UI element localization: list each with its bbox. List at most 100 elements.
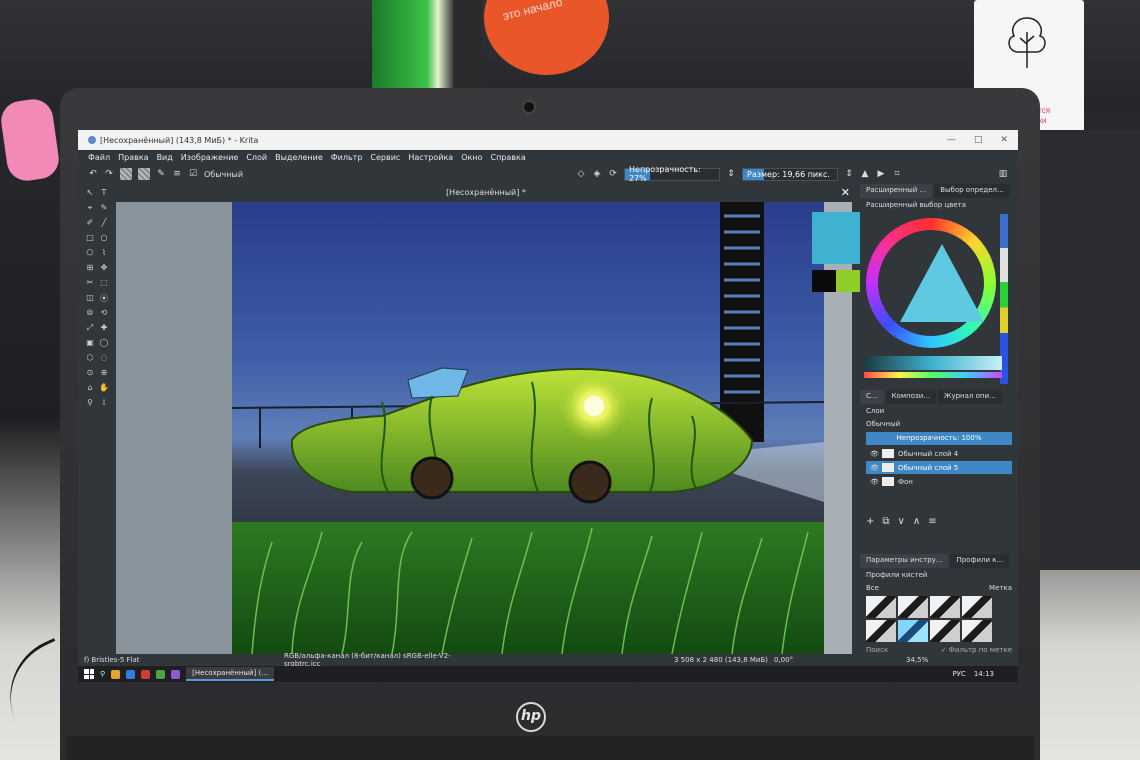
tool-button[interactable]: ⌖ xyxy=(84,203,96,216)
hue-selector[interactable] xyxy=(864,372,1002,378)
preset-thumb[interactable] xyxy=(898,596,928,618)
wrap-icon[interactable]: ▶ xyxy=(876,169,886,179)
tool-button[interactable]: ◌ xyxy=(98,353,110,366)
layer-blend-mode[interactable]: Обычный xyxy=(860,418,1018,430)
search-icon[interactable]: ⚲ xyxy=(100,670,105,678)
tool-button[interactable]: ⟲ xyxy=(98,308,110,321)
tool-button[interactable]: ⟟ xyxy=(98,398,110,411)
tool-button[interactable]: ⬚ xyxy=(98,278,110,291)
add-layer-button[interactable]: + xyxy=(866,516,874,527)
settings-icon[interactable]: ≡ xyxy=(172,169,182,179)
tool-button[interactable]: ⬠ xyxy=(84,248,96,261)
tab-specific-color[interactable]: Выбор определ... xyxy=(934,184,1010,198)
visibility-icon[interactable]: 👁 xyxy=(870,464,879,472)
tool-button[interactable]: ○ xyxy=(98,233,110,246)
redo-icon[interactable]: ↷ xyxy=(104,169,114,179)
mirror-icon[interactable]: ▲ xyxy=(860,169,870,179)
menu-settings[interactable]: Настройка xyxy=(408,153,453,162)
preset-thumb[interactable] xyxy=(962,596,992,618)
tool-button[interactable]: ✋ xyxy=(98,383,110,396)
crop-icon[interactable]: ⌗ xyxy=(892,169,902,179)
tool-button[interactable]: ⤢ xyxy=(84,323,96,336)
brush-preset-icon[interactable]: ✎ xyxy=(156,169,166,179)
tool-button[interactable]: ⬡ xyxy=(84,353,96,366)
blend-mode-select[interactable]: Обычный xyxy=(204,170,324,179)
tool-button[interactable]: ⌂ xyxy=(84,383,96,396)
reload-icon[interactable]: ⟳ xyxy=(608,169,618,179)
canvas-tab[interactable]: [Несохранённый] * ✕ xyxy=(116,184,856,202)
rotation-value[interactable]: 0,00° xyxy=(774,656,834,664)
visibility-icon[interactable]: 👁 xyxy=(870,478,879,486)
visibility-icon[interactable]: 👁 xyxy=(870,450,879,458)
tool-button[interactable]: ✂ xyxy=(84,278,96,291)
gradient-icon[interactable] xyxy=(138,168,150,180)
tab-undo-history[interactable]: Журнал опи... xyxy=(937,390,1002,404)
size-slider[interactable]: Размер: 19,66 пикс. xyxy=(742,167,838,181)
edge-icon[interactable] xyxy=(126,669,136,679)
zoom-level[interactable]: 34,5% xyxy=(906,656,928,664)
duplicate-layer-button[interactable]: ⧉ xyxy=(882,516,889,527)
menu-edit[interactable]: Правка xyxy=(118,153,148,162)
preset-thumb-selected[interactable] xyxy=(898,620,928,642)
tool-button[interactable]: ╱ xyxy=(98,218,110,231)
layer-row[interactable]: 👁 Обычный слой 5 xyxy=(866,461,1012,474)
preset-thumb[interactable] xyxy=(930,620,960,642)
canvas-area[interactable] xyxy=(116,202,852,654)
layer-row[interactable]: 👁 Фон xyxy=(866,475,1012,488)
preset-thumb[interactable] xyxy=(866,620,896,642)
layer-opacity-slider[interactable]: Непрозрачность: 100% xyxy=(866,432,1012,445)
tool-button[interactable]: □ xyxy=(84,233,96,246)
tool-button[interactable]: ▣ xyxy=(84,338,96,351)
tool-button[interactable]: ◯ xyxy=(98,338,110,351)
menu-image[interactable]: Изображение xyxy=(181,153,239,162)
menu-window[interactable]: Окно xyxy=(461,153,482,162)
tab-tool-options[interactable]: Параметры инстру... xyxy=(860,554,949,568)
tool-button[interactable]: ⊙ xyxy=(84,368,96,381)
stepper-icon[interactable]: ⇕ xyxy=(844,169,854,179)
docker-toggle-icon[interactable]: ▥ xyxy=(998,169,1008,179)
maximize-button[interactable]: □ xyxy=(974,135,983,145)
menu-layer[interactable]: Слой xyxy=(246,153,267,162)
file-explorer-icon[interactable] xyxy=(111,669,121,679)
stepper-icon[interactable]: ⇕ xyxy=(726,169,736,179)
app-icon[interactable] xyxy=(171,669,181,679)
secondary-color[interactable] xyxy=(836,270,862,292)
preset-thumb[interactable] xyxy=(962,620,992,642)
undo-icon[interactable]: ↶ xyxy=(88,169,98,179)
color-selector[interactable] xyxy=(812,212,862,292)
filter-by-tag-checkbox[interactable]: ✓ Фильтр по метке xyxy=(941,646,1012,654)
tab-advanced-color[interactable]: Расширенный ... xyxy=(860,184,933,198)
minimize-button[interactable]: — xyxy=(947,135,956,145)
windows-start-icon[interactable] xyxy=(84,669,94,679)
alpha-icon[interactable]: ◈ xyxy=(592,169,602,179)
tool-button[interactable]: T xyxy=(98,188,110,201)
tool-button[interactable]: ⊞ xyxy=(84,263,96,276)
tool-button[interactable]: ◫ xyxy=(84,293,96,306)
tab-brush-presets[interactable]: Профили к... xyxy=(950,554,1010,568)
move-up-button[interactable]: ∧ xyxy=(913,516,920,527)
color-wheel[interactable] xyxy=(866,218,996,348)
eraser-icon[interactable]: ◇ xyxy=(576,169,586,179)
preset-thumb[interactable] xyxy=(930,596,960,618)
store-icon[interactable] xyxy=(156,669,166,679)
layer-row[interactable]: 👁 Обычный слой 4 xyxy=(866,447,1012,460)
presets-search-input[interactable]: Поиск xyxy=(866,646,888,654)
tool-button[interactable]: ⌇ xyxy=(98,248,110,261)
foreground-color[interactable] xyxy=(812,212,862,264)
painting-canvas[interactable] xyxy=(232,202,824,654)
tool-button[interactable]: ⦿ xyxy=(98,293,110,306)
color-triangle[interactable] xyxy=(900,244,984,322)
tab-layers[interactable]: С... xyxy=(860,390,884,404)
tool-button[interactable]: ✎ xyxy=(98,203,110,216)
tool-button[interactable]: ⦾ xyxy=(84,308,96,321)
yandex-icon[interactable] xyxy=(141,669,151,679)
shade-selector[interactable] xyxy=(864,356,1002,370)
tab-compositions[interactable]: Компози... xyxy=(885,390,936,404)
pattern-icon[interactable] xyxy=(120,168,132,180)
layer-properties-button[interactable]: ≡ xyxy=(928,516,936,527)
taskbar-krita[interactable]: [Несохранённый] (... xyxy=(186,667,274,681)
move-down-button[interactable]: ∨ xyxy=(898,516,905,527)
tool-button[interactable]: ✐ xyxy=(84,218,96,231)
tool-button[interactable]: ✚ xyxy=(98,323,110,336)
language-indicator[interactable]: РУС xyxy=(952,670,965,678)
